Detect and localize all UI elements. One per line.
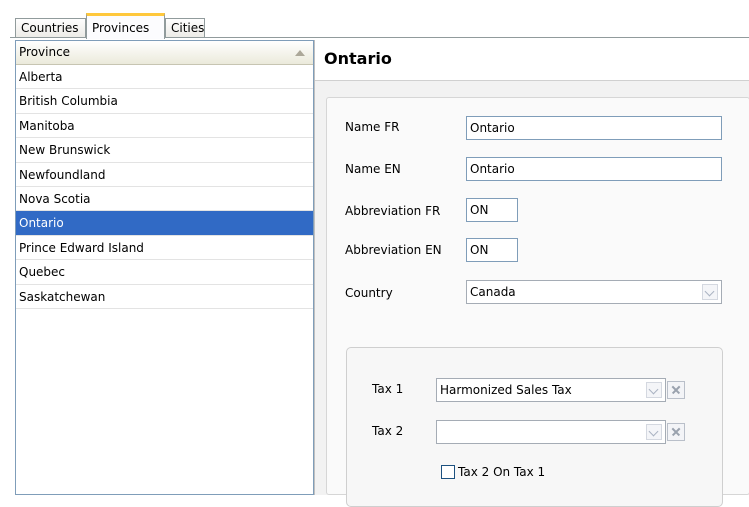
- list-item-saskatchewan[interactable]: Saskatchewan: [16, 285, 313, 309]
- tab-strip: Countries Provinces Cities: [0, 0, 749, 39]
- tax-2-label: Tax 2: [372, 424, 404, 438]
- tab-provinces[interactable]: Provinces: [86, 13, 165, 39]
- list-item-quebec[interactable]: Quebec: [16, 260, 313, 285]
- province-list: Province Alberta British Columbia Manito…: [15, 40, 314, 495]
- tab-cities[interactable]: Cities: [165, 18, 205, 38]
- tax-1-label: Tax 1: [372, 382, 404, 396]
- chevron-down-icon[interactable]: [646, 424, 662, 440]
- column-header-province[interactable]: Province: [16, 41, 313, 65]
- detail-panel: Ontario Name FR Ontario Name EN Ontario …: [314, 40, 749, 507]
- name-en-input[interactable]: Ontario: [466, 157, 722, 181]
- list-item-newfoundland[interactable]: Newfoundland: [16, 163, 313, 187]
- tab-countries[interactable]: Countries: [15, 18, 86, 38]
- column-header-label: Province: [19, 45, 71, 59]
- name-fr-input[interactable]: Ontario: [466, 116, 722, 140]
- tax-2-select[interactable]: [436, 420, 666, 444]
- list-item-manitoba[interactable]: Manitoba: [16, 114, 313, 139]
- list-item-british-columbia[interactable]: British Columbia: [16, 89, 313, 114]
- abbreviation-fr-input[interactable]: ON: [466, 198, 518, 222]
- tax-1-select[interactable]: Harmonized Sales Tax: [436, 378, 666, 402]
- list-item-new-brunswick[interactable]: New Brunswick: [16, 138, 313, 163]
- list-item-ontario[interactable]: Ontario: [16, 211, 313, 236]
- detail-header: Ontario: [315, 40, 749, 81]
- list-item-nova-scotia[interactable]: Nova Scotia: [16, 187, 313, 212]
- list-item-prince-edward-island[interactable]: Prince Edward Island: [16, 236, 313, 261]
- page-title: Ontario: [324, 49, 392, 68]
- tax-2-clear-icon[interactable]: [667, 423, 685, 441]
- country-select-value: Canada: [470, 285, 516, 299]
- name-fr-label: Name FR: [345, 120, 400, 134]
- chevron-down-icon[interactable]: [646, 382, 662, 398]
- list-item-alberta[interactable]: Alberta: [16, 65, 313, 90]
- abbreviation-en-input[interactable]: ON: [466, 238, 518, 262]
- abbreviation-fr-label: Abbreviation FR: [345, 204, 441, 218]
- tax-1-clear-icon[interactable]: [667, 381, 685, 399]
- abbreviation-en-label: Abbreviation EN: [345, 243, 442, 257]
- tax-1-select-value: Harmonized Sales Tax: [440, 383, 572, 397]
- name-en-label: Name EN: [345, 162, 401, 176]
- chevron-down-icon[interactable]: [702, 284, 718, 300]
- country-label: Country: [345, 286, 393, 300]
- country-select[interactable]: Canada: [466, 280, 722, 304]
- tax-2-on-tax-1-label: Tax 2 On Tax 1: [458, 465, 546, 479]
- tax-2-on-tax-1-checkbox[interactable]: [441, 465, 455, 479]
- sort-ascending-icon: [295, 50, 305, 56]
